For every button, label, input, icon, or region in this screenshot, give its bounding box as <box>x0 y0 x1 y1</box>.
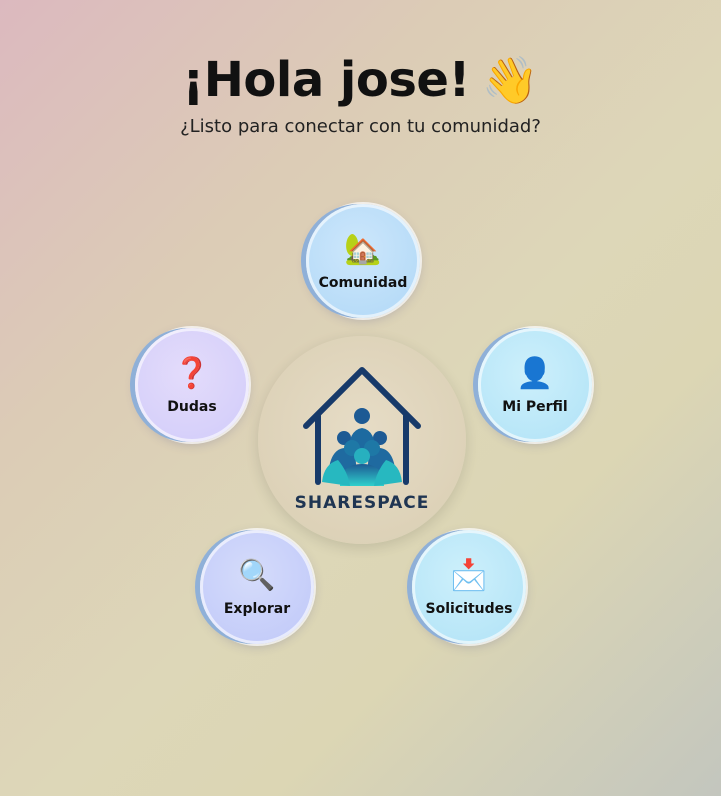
explorar-button[interactable]: 🔍 Explorar <box>200 530 314 644</box>
greeting-text: ¡Hola jose! <box>182 52 470 108</box>
dudas-button[interactable]: ❓ Dudas <box>135 328 249 442</box>
page-subtitle: ¿Listo para conectar con tu comunidad? <box>180 116 541 137</box>
comunidad-label: Comunidad <box>318 275 408 291</box>
sharespace-logo: SHARESPACE <box>258 336 466 544</box>
search-icon: 🔍 <box>238 558 276 593</box>
page-title: ¡Hola jose! 👋 <box>0 48 721 112</box>
solicitudes-label: Solicitudes <box>425 601 513 617</box>
comunidad-button[interactable]: 🏡 Comunidad <box>306 204 420 318</box>
house-icon: 🏡 <box>344 232 382 267</box>
mi-perfil-label: Mi Perfil <box>502 399 568 415</box>
user-icon: 👤 <box>516 356 554 391</box>
mi-perfil-button[interactable]: 👤 Mi Perfil <box>478 328 592 442</box>
explorar-label: Explorar <box>223 601 291 617</box>
house-people-logo-icon <box>303 367 421 486</box>
question-icon: ❓ <box>173 356 211 391</box>
solicitudes-button[interactable]: 📩 Solicitudes <box>412 530 526 644</box>
dudas-label: Dudas <box>167 399 217 415</box>
brand-name: SHARESPACE <box>294 493 430 513</box>
waving-hand-icon: 👋 <box>481 53 539 107</box>
envelope-icon: 📩 <box>450 558 488 593</box>
